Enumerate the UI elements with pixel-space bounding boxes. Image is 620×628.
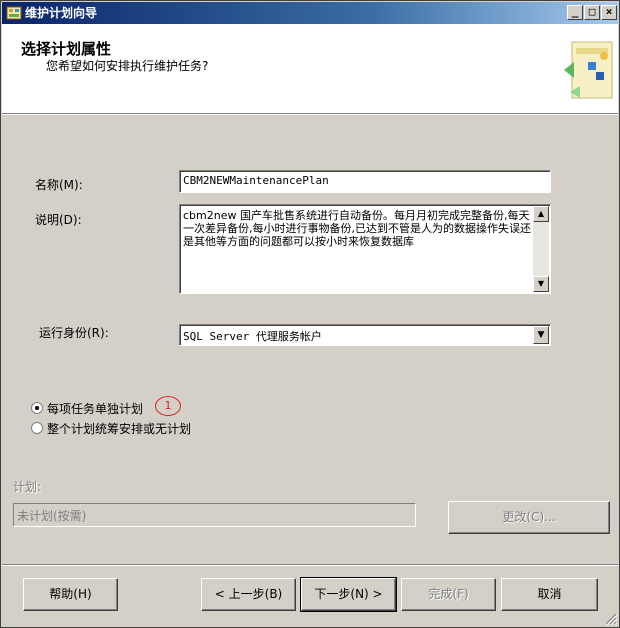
run-as-select[interactable]: SQL Server 代理服务帐户 ▼ bbox=[179, 324, 551, 346]
radio-checked-icon[interactable] bbox=[31, 402, 43, 414]
annotation-marker: 1 bbox=[155, 396, 181, 416]
cancel-button[interactable]: 取消 bbox=[501, 578, 598, 611]
maintenance-plan-wizard-window: 维护计划向导 _ □ × 选择计划属性 您希望如何安排执行维护任务? 名称(M)… bbox=[0, 0, 620, 628]
back-button[interactable]: < 上一步(B) bbox=[201, 578, 296, 611]
name-label: 名称(M): bbox=[35, 178, 83, 192]
title-bar[interactable]: 维护计划向导 _ □ × bbox=[2, 2, 618, 24]
resize-grip-icon[interactable] bbox=[605, 613, 617, 625]
chevron-down-icon[interactable]: ▼ bbox=[533, 326, 549, 344]
next-button[interactable]: 下一步(N) > bbox=[300, 577, 397, 612]
description-scrollbar[interactable]: ▲ ▼ bbox=[533, 206, 549, 292]
close-button[interactable]: × bbox=[601, 5, 617, 20]
wizard-illustration-icon bbox=[564, 41, 613, 99]
description-label: 说明(D): bbox=[35, 213, 82, 227]
window-title: 维护计划向导 bbox=[25, 6, 98, 20]
wizard-header: 选择计划属性 您希望如何安排执行维护任务? bbox=[2, 24, 618, 114]
description-textarea[interactable]: cbm2new 国产车批售系统进行自动备份。每月月初完成完整备份,每天一次差异备… bbox=[179, 204, 551, 294]
schedule-display: 未计划(按需) bbox=[13, 503, 416, 527]
help-button[interactable]: 帮助(H) bbox=[23, 578, 118, 611]
schedule-label: 计划: bbox=[13, 480, 42, 494]
finish-button[interactable]: 完成(F) bbox=[401, 578, 496, 611]
minimize-button[interactable]: _ bbox=[567, 5, 583, 20]
run-as-label: 运行身份(R): bbox=[39, 326, 109, 340]
scroll-up-icon[interactable]: ▲ bbox=[533, 206, 549, 222]
run-as-selected-value: SQL Server 代理服务帐户 bbox=[183, 330, 322, 343]
description-text: cbm2new 国产车批售系统进行自动备份。每月月初完成完整备份,每天一次差异备… bbox=[183, 209, 531, 248]
radio-separate-schedule[interactable]: 每项任务单独计划 bbox=[31, 400, 231, 416]
header-divider bbox=[2, 114, 618, 116]
scroll-down-icon[interactable]: ▼ bbox=[533, 276, 549, 292]
page-subtitle: 您希望如何安排执行维护任务? bbox=[46, 59, 209, 73]
radio-separate-label: 每项任务单独计划 bbox=[47, 402, 144, 416]
footer-divider bbox=[2, 564, 618, 566]
radio-single-schedule[interactable]: 整个计划统筹安排或无计划 bbox=[31, 420, 231, 436]
maximize-button[interactable]: □ bbox=[584, 5, 600, 20]
radio-single-label: 整个计划统筹安排或无计划 bbox=[47, 422, 192, 436]
app-icon bbox=[6, 6, 22, 20]
radio-unchecked-icon[interactable] bbox=[31, 422, 43, 434]
name-input[interactable]: CBM2NEWMaintenancePlan bbox=[179, 170, 551, 193]
page-title: 选择计划属性 bbox=[21, 40, 112, 58]
change-schedule-button[interactable]: 更改(C)... bbox=[448, 501, 610, 534]
